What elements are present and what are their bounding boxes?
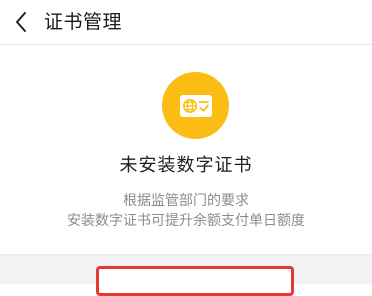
navigation-bar: 证书管理 <box>0 0 372 45</box>
chevron-left-icon <box>16 12 26 32</box>
certificate-badge <box>162 72 229 139</box>
description-line-2: 安装数字证书可提升余额支付单日额度 <box>67 213 305 229</box>
description-line-1: 根据监管部门的要求 <box>123 193 249 209</box>
back-button[interactable] <box>6 7 36 37</box>
main-content: 未安装数字证书 根据监管部门的要求 安装数字证书可提升余额支付单日额度 <box>0 45 372 254</box>
install-certificate-button[interactable] <box>96 266 294 296</box>
page-title: 证书管理 <box>44 11 123 33</box>
globe-certificate-icon <box>179 94 212 117</box>
status-title: 未安装数字证书 <box>119 155 253 176</box>
